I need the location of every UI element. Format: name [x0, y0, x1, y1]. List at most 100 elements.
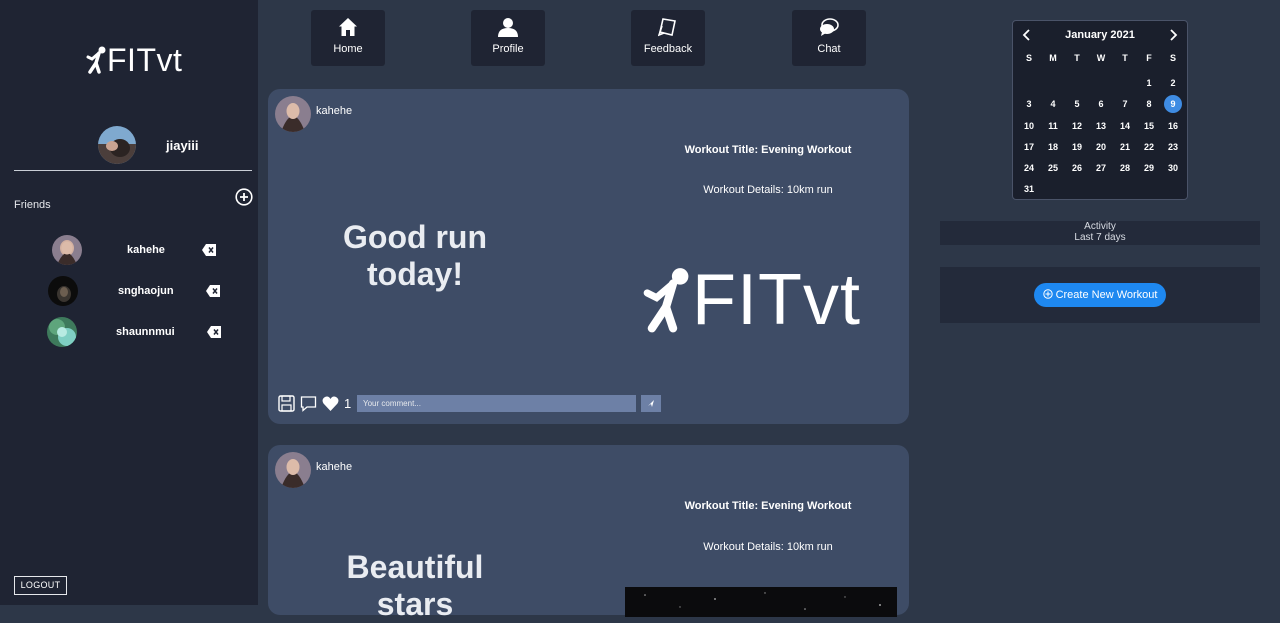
weekday-label: M — [1049, 53, 1057, 63]
calendar-day[interactable]: 7 — [1113, 94, 1137, 115]
post-card: kahehe Workout Title: Evening Workout Wo… — [268, 89, 909, 424]
nav-label: Profile — [492, 43, 524, 55]
calendar-day[interactable]: 18 — [1041, 136, 1065, 157]
post-image — [625, 587, 897, 617]
app-name: FITvt — [107, 42, 183, 78]
selected-day[interactable]: 9 — [1164, 95, 1182, 114]
weekday-label: T — [1074, 53, 1080, 63]
save-icon[interactable] — [278, 394, 295, 412]
calendar-day[interactable]: 8 — [1137, 94, 1161, 115]
avatar[interactable] — [275, 452, 311, 488]
caption-line: today! — [367, 256, 463, 292]
feedback-icon — [658, 18, 676, 37]
workout-title: Workout Title: Evening Workout — [684, 144, 852, 156]
plus-circle-icon — [1042, 289, 1053, 299]
calendar-day[interactable]: 1 — [1137, 72, 1161, 93]
calendar-day[interactable]: 11 — [1041, 115, 1065, 136]
app-logo[interactable]: FITvt — [85, 42, 182, 78]
sidebar: FITvt jiayiii Friends kahehe snghaojun s… — [0, 0, 258, 605]
like-count: 1 — [344, 395, 352, 411]
calendar-day[interactable]: 19 — [1065, 136, 1089, 157]
remove-friend-icon[interactable] — [202, 244, 216, 256]
calendar-empty-cell — [1113, 72, 1137, 93]
workout-details: Workout Details: 10km run — [703, 184, 833, 196]
calendar-day[interactable]: 30 — [1161, 157, 1185, 178]
calendar-empty-cell — [1065, 72, 1089, 93]
friend-item[interactable]: snghaojun — [0, 276, 258, 308]
heart-icon[interactable] — [322, 395, 339, 412]
calendar-day[interactable]: 25 — [1041, 157, 1065, 178]
create-workout-label: Create New Workout — [1055, 289, 1158, 301]
friend-name: snghaojun — [118, 285, 174, 297]
nav-feedback-button[interactable]: Feedback — [631, 10, 705, 66]
calendar-day[interactable]: 5 — [1065, 94, 1089, 115]
calendar-day[interactable]: 14 — [1113, 115, 1137, 136]
weekday-label: S — [1025, 53, 1032, 63]
post-author[interactable]: kahehe — [316, 461, 352, 473]
avatar[interactable] — [98, 126, 136, 164]
caption-line: Good run — [343, 219, 487, 255]
friend-item[interactable]: shaunnmui — [0, 317, 258, 349]
remove-friend-icon[interactable] — [206, 285, 220, 297]
avatar[interactable] — [275, 96, 311, 132]
logout-button[interactable]: LOGOUT — [14, 576, 67, 595]
calendar-day[interactable]: 15 — [1137, 115, 1161, 136]
post-author[interactable]: kahehe — [316, 105, 352, 117]
calendar-day[interactable]: 24 — [1017, 157, 1041, 178]
avatar[interactable] — [52, 235, 82, 265]
nav-label: Home — [333, 43, 363, 55]
calendar-empty-cell — [1041, 72, 1065, 93]
calendar-day[interactable]: 16 — [1161, 115, 1185, 136]
calendar-day[interactable]: 13 — [1089, 115, 1113, 136]
caption-line: Beautiful — [346, 549, 484, 585]
calendar-day[interactable]: 22 — [1137, 136, 1161, 157]
comment-icon[interactable] — [300, 395, 317, 412]
calendar-day[interactable]: 9 — [1161, 94, 1185, 115]
current-user[interactable]: jiayiii — [0, 126, 258, 166]
calendar-day[interactable]: 31 — [1017, 179, 1041, 200]
create-workout-panel: Create New Workout — [940, 267, 1260, 323]
post-image: FITvt — [640, 264, 861, 336]
runner-logo-icon — [86, 46, 106, 74]
post-card: kahehe Workout Title: Evening Workout Wo… — [268, 445, 909, 622]
nav-profile-button[interactable]: Profile — [471, 10, 545, 66]
calendar-day[interactable]: 17 — [1017, 136, 1041, 157]
nav-chat-button[interactable]: Chat — [792, 10, 866, 66]
add-friend-icon[interactable] — [235, 188, 253, 206]
calendar-day[interactable]: 10 — [1017, 115, 1041, 136]
user-name: jiayiii — [166, 138, 199, 153]
avatar[interactable] — [48, 276, 78, 306]
comment-input[interactable] — [357, 395, 636, 412]
send-comment-button[interactable] — [641, 395, 661, 412]
calendar-day[interactable]: 4 — [1041, 94, 1065, 115]
nav-label: Chat — [817, 43, 841, 55]
calendar-day[interactable]: 21 — [1113, 136, 1137, 157]
calendar-day[interactable]: 27 — [1089, 157, 1113, 178]
chevron-right-icon[interactable] — [1167, 28, 1179, 42]
remove-friend-icon[interactable] — [207, 326, 221, 338]
nav-home-button[interactable]: Home — [311, 10, 385, 66]
activity-subtitle: Last 7 days — [1074, 232, 1126, 243]
calendar-day[interactable]: 20 — [1089, 136, 1113, 157]
calendar-day[interactable]: 6 — [1089, 94, 1113, 115]
avatar[interactable] — [47, 317, 77, 347]
calendar-day[interactable]: 28 — [1113, 157, 1137, 178]
calendar: January 2021 S M T W T F S 1 2 3 4 5 6 7 8 9 10 11 12 13 14 1… — [1012, 20, 1188, 200]
send-icon — [648, 400, 654, 407]
friends-heading: Friends — [14, 199, 51, 211]
friend-item[interactable]: kahehe — [0, 235, 258, 267]
create-workout-button[interactable]: Create New Workout — [1034, 283, 1166, 307]
calendar-day[interactable]: 3 — [1017, 94, 1041, 115]
workout-details: Workout Details: 10km run — [703, 541, 833, 553]
calendar-empty-cell — [1017, 72, 1041, 93]
activity-title: Activity — [1084, 221, 1116, 232]
calendar-day[interactable]: 23 — [1161, 136, 1185, 157]
calendar-day[interactable]: 2 — [1161, 72, 1185, 93]
calendar-day[interactable]: 26 — [1065, 157, 1089, 178]
calendar-day[interactable]: 29 — [1137, 157, 1161, 178]
calendar-empty-cell — [1089, 72, 1113, 93]
activity-panel: Activity Last 7 days — [940, 221, 1260, 245]
calendar-grid: S M T W T F S 1 2 3 4 5 6 7 8 9 10 11 12 13 14 15 16 17 18 19 20 21… — [1017, 51, 1185, 200]
calendar-day[interactable]: 12 — [1065, 115, 1089, 136]
weekday-label: T — [1122, 53, 1128, 63]
